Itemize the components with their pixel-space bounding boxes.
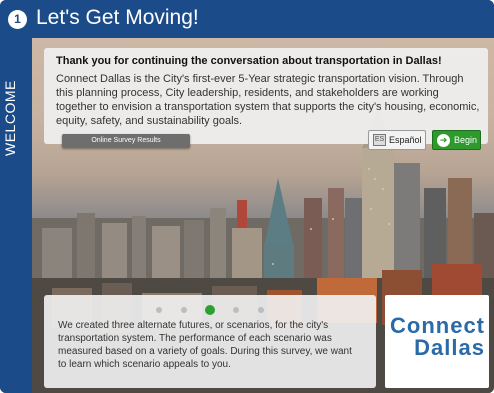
connect-dallas-logo: Connect Dallas (385, 295, 489, 388)
carousel-dots (44, 301, 376, 315)
carousel-dot-1[interactable] (156, 306, 163, 313)
carousel-dot-5[interactable] (257, 306, 264, 313)
carousel-dot-4[interactable] (233, 306, 240, 313)
carousel-panel: We created three alternate futures, or s… (44, 295, 376, 388)
survey-frame: 1 Let's Get Moving! WELCOME Thank you fo… (0, 0, 494, 393)
carousel-dot-3-active[interactable] (205, 304, 215, 315)
online-survey-results-button[interactable]: Online Survey Results (62, 134, 190, 148)
carousel-text: We created three alternate futures, or s… (58, 320, 352, 370)
logo-line-dallas: Dallas (414, 335, 485, 360)
side-tab[interactable]: WELCOME (0, 38, 32, 393)
step-number-badge: 1 (8, 10, 27, 29)
intro-heading: Thank you for continuing the conversatio… (56, 55, 442, 67)
intro-body: Connect Dallas is the City's first-ever … (56, 73, 480, 127)
page-title: Let's Get Moving! (36, 6, 199, 29)
header-bar: 1 Let's Get Moving! (0, 0, 494, 38)
arrow-right-circle-icon: ➜ (437, 134, 450, 147)
espanol-label: Español (389, 135, 422, 145)
begin-button[interactable]: ➜ Begin (432, 130, 481, 150)
espanol-button[interactable]: ES Español (368, 130, 426, 150)
begin-label: Begin (454, 135, 478, 145)
side-tab-label: WELCOME (2, 80, 18, 156)
carousel-dot-2[interactable] (180, 306, 187, 313)
globe-flag-icon: ES (373, 134, 386, 146)
